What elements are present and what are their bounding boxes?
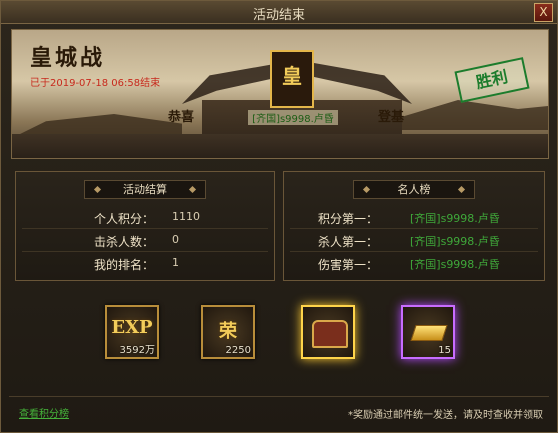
activity-settlement-header: 活动结算 xyxy=(84,180,206,199)
victory-stamp: 胜利 xyxy=(454,57,530,103)
winner-name: [齐国]s9998.卢昏 xyxy=(248,110,338,125)
stat-value: 1110 xyxy=(172,210,200,223)
couplet-right: 登基 xyxy=(378,110,405,125)
stat-value: 0 xyxy=(172,233,179,246)
reward-slot-chest[interactable] xyxy=(301,305,355,359)
couplet-left: 恭喜 xyxy=(168,110,195,125)
reward-slot-gold[interactable]: 15 xyxy=(401,305,455,359)
stat-row-kills: 击杀人数： 0 xyxy=(22,229,268,252)
reward-slot-exp[interactable]: EXP 3592万 xyxy=(105,305,159,359)
exp-scroll-icon: EXP xyxy=(111,317,153,338)
fame-label: 杀人第一： xyxy=(318,235,379,249)
fame-row-damage: 伤害第一： [齐国]s9998.卢昏 xyxy=(290,252,538,274)
fame-row-kills: 杀人第一： [齐国]s9998.卢昏 xyxy=(290,229,538,252)
title-bar[interactable]: 活动结束 X xyxy=(1,1,557,24)
fame-player[interactable]: [齐国]s9998.卢昏 xyxy=(410,210,500,226)
gold-bar-icon xyxy=(410,325,448,341)
event-banner: 皇城战 已于2019-07-18 06:58结束 皇 恭喜 登基 [齐国]s99… xyxy=(11,29,549,159)
stat-label: 个人积分： xyxy=(94,212,155,226)
hall-of-fame-title: 名人榜 xyxy=(397,183,431,196)
event-end-time: 已于2019-07-18 06:58结束 xyxy=(30,78,161,89)
stat-label: 我的排名： xyxy=(94,258,155,272)
stat-value: 1 xyxy=(172,256,179,269)
stat-label: 击杀人数： xyxy=(94,235,155,249)
reward-slot-rong[interactable]: 荣 2250 xyxy=(201,305,255,359)
reward-quantity: 2250 xyxy=(225,345,251,356)
footer-divider xyxy=(9,396,549,397)
hall-of-fame-header: 名人榜 xyxy=(353,180,475,199)
window-title: 活动结束 xyxy=(252,8,305,23)
event-title: 皇城战 xyxy=(30,45,106,71)
palace-ground xyxy=(12,134,548,158)
fame-label: 积分第一： xyxy=(318,212,379,226)
diamond-icon xyxy=(93,185,102,194)
fame-player[interactable]: [齐国]s9998.卢昏 xyxy=(410,233,500,249)
stat-row-score: 个人积分： 1110 xyxy=(22,206,268,229)
close-button[interactable]: X xyxy=(534,3,553,22)
diamond-icon xyxy=(362,185,371,194)
activity-settlement-panel: 活动结算 个人积分： 1110 击杀人数： 0 我的排名： 1 xyxy=(15,171,275,281)
diamond-icon xyxy=(457,185,466,194)
stat-row-rank: 我的排名： 1 xyxy=(22,252,268,274)
activity-settlement-title: 活动结算 xyxy=(123,183,167,196)
rong-token-icon: 荣 xyxy=(219,321,237,342)
fame-row-score: 积分第一： [齐国]s9998.卢昏 xyxy=(290,206,538,229)
reward-mail-note: *奖励通过邮件统一发送，请及时查收并领取 xyxy=(348,410,543,421)
reward-quantity: 15 xyxy=(438,345,451,356)
emperor-emblem: 皇 xyxy=(270,50,314,108)
activity-end-window: 活动结束 X 皇城战 已于2019-07-18 06:58结束 皇 恭喜 登基 … xyxy=(0,0,558,433)
hall-of-fame-panel: 名人榜 积分第一： [齐国]s9998.卢昏 杀人第一： [齐国]s9998.卢… xyxy=(283,171,545,281)
diamond-icon xyxy=(188,185,197,194)
fame-player[interactable]: [齐国]s9998.卢昏 xyxy=(410,256,500,272)
treasure-chest-icon xyxy=(312,320,348,348)
fame-label: 伤害第一： xyxy=(318,258,379,272)
palace-roof-right xyxy=(398,100,548,130)
view-leaderboard-link[interactable]: 查看积分榜 xyxy=(19,405,69,420)
reward-quantity: 3592万 xyxy=(119,345,155,356)
